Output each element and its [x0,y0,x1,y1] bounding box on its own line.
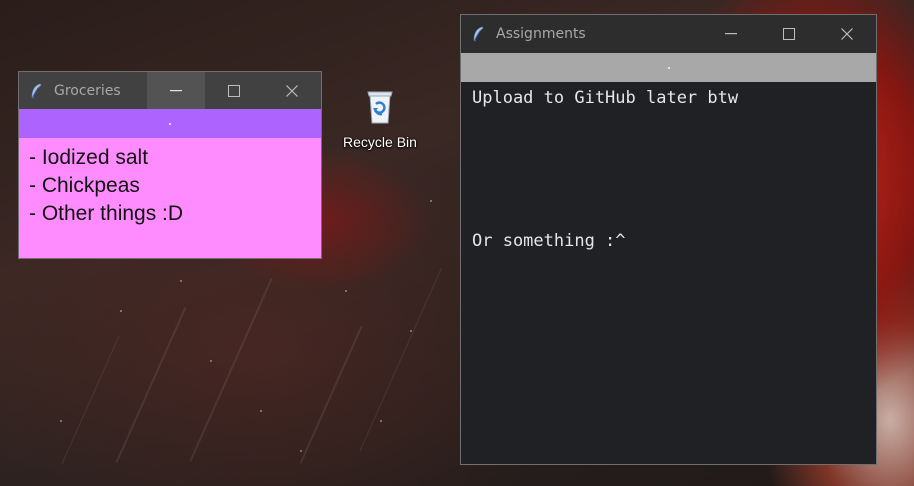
note-line: Upload to GitHub later btw [472,88,739,108]
note-line: - Iodized salt [29,146,149,169]
desktop: { "desktop": { "icons": [ { "label": "Re… [0,0,914,486]
window-title: Groceries [54,82,121,99]
note-body[interactable]: Upload to GitHub later btw Or something … [461,82,876,257]
close-icon [841,28,853,40]
note-line: Or something :^ [472,231,626,251]
titlebar[interactable]: Groceries [19,72,321,109]
drag-handle[interactable] [461,53,876,82]
desktop-icon-recycle-bin[interactable]: Recycle Bin [336,86,424,150]
feather-icon [28,83,44,99]
recycle-bin-icon [361,86,399,131]
minimize-button[interactable] [147,72,205,109]
drag-handle[interactable] [19,109,321,138]
maximize-button[interactable] [205,72,263,109]
minimize-icon [725,33,737,35]
maximize-icon [228,84,240,97]
minimize-button[interactable] [702,15,760,53]
note-line: - Other things :D [29,202,184,225]
close-button[interactable] [263,72,321,109]
maximize-button[interactable] [760,15,818,53]
titlebar[interactable]: Assignments [461,15,876,53]
assignments-window: Assignments Upload to GitHub later btw O… [460,14,877,465]
close-icon [286,84,298,97]
blank-lines [472,110,865,229]
note-line: - Chickpeas [29,174,140,197]
feather-icon [470,26,486,42]
minimize-icon [170,89,182,91]
close-button[interactable] [818,15,876,53]
groceries-window: Groceries - Iodized salt - Chickpeas - O… [18,71,322,259]
maximize-icon [783,28,795,40]
note-body[interactable]: - Iodized salt - Chickpeas - Other thing… [19,138,321,234]
recycle-bin-label: Recycle Bin [343,134,417,150]
window-title: Assignments [496,26,586,42]
